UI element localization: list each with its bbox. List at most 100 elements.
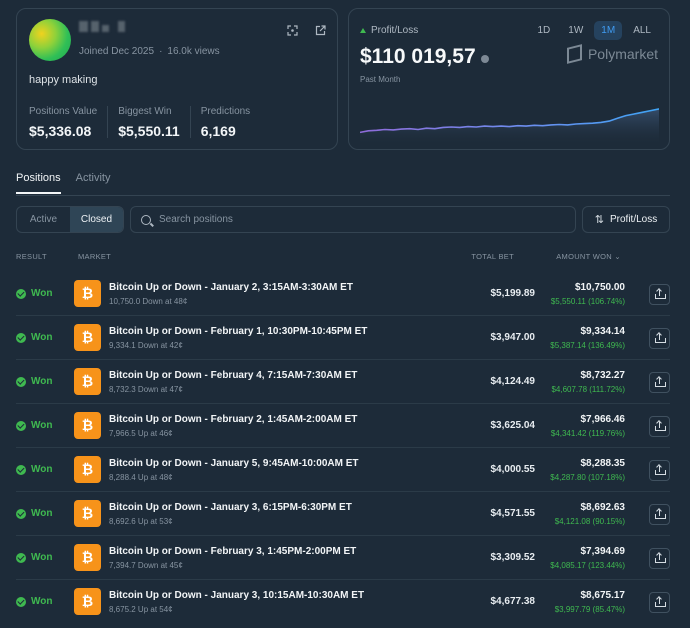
table-row[interactable]: Won ₿ Bitcoin Up or Down - January 5, 9:… [16, 448, 670, 492]
market-position: 7,394.7 Down at 45¢ [109, 561, 183, 570]
market-title[interactable]: Bitcoin Up or Down - January 3, 6:15PM-6… [109, 502, 352, 513]
result-label: Won [31, 508, 53, 519]
market-title[interactable]: Bitcoin Up or Down - February 2, 1:45AM-… [109, 414, 357, 425]
table-row[interactable]: Won ₿ Bitcoin Up or Down - February 4, 7… [16, 360, 670, 404]
total-bet: $4,571.55 [490, 508, 536, 519]
amount-pnl: $5,387.14 (136.49%) [550, 341, 625, 350]
result-badge: Won [16, 552, 52, 563]
search-icon [141, 214, 151, 225]
sort-profit-loss-button[interactable]: ⇅ Profit/Loss [582, 206, 670, 233]
share-button[interactable] [649, 548, 670, 569]
range-tab-1d[interactable]: 1D [531, 21, 558, 40]
market-title[interactable]: Bitcoin Up or Down - February 3, 1:45PM-… [109, 546, 356, 557]
pnl-period: Past Month [360, 75, 401, 84]
stat-value: $5,550.11 [118, 123, 180, 139]
amount-won: $9,334.14 [580, 326, 626, 337]
amount-pnl: $4,607.78 (111.72%) [551, 385, 625, 394]
sort-icon: ⇅ [594, 214, 604, 226]
column-header-total-bet[interactable]: TOTAL BET [471, 252, 514, 261]
external-link-icon[interactable] [313, 23, 327, 37]
share-button[interactable] [649, 284, 670, 305]
result-badge: Won [16, 464, 52, 475]
joined-date: Joined Dec 2025 [79, 46, 155, 57]
bitcoin-icon: ₿ [74, 588, 101, 615]
range-tabs: 1D 1W 1M ALL [531, 21, 659, 40]
table-row[interactable]: Won ₿ Bitcoin Up or Down - February 3, 1… [16, 536, 670, 580]
range-tab-all[interactable]: ALL [626, 21, 658, 40]
market-position: 8,732.3 Down at 47¢ [109, 385, 183, 394]
share-icon [655, 596, 666, 607]
market-title[interactable]: Bitcoin Up or Down - January 2, 3:15AM-3… [109, 282, 353, 293]
market-title[interactable]: Bitcoin Up or Down - February 4, 7:15AM-… [109, 370, 357, 381]
amount-pnl: $4,121.08 (90.15%) [554, 517, 625, 526]
market-title[interactable]: Bitcoin Up or Down - January 3, 10:15AM-… [109, 590, 364, 601]
stat-value: 6,169 [200, 123, 236, 139]
share-icon [655, 288, 666, 299]
tabs-divider [16, 195, 670, 196]
filter-closed-button[interactable]: Closed [70, 207, 123, 232]
stat-value: $5,336.08 [29, 123, 92, 139]
share-button[interactable] [649, 328, 670, 349]
info-icon[interactable] [480, 55, 489, 63]
amount-won: $7,394.69 [580, 546, 626, 557]
amount-won: $8,675.17 [580, 590, 626, 601]
market-position: 8,288.4 Up at 48¢ [109, 473, 173, 482]
amount-pnl: $3,997.79 (85.47%) [554, 605, 625, 614]
filter-active-button[interactable]: Active [17, 207, 70, 232]
range-tab-1w[interactable]: 1W [561, 21, 590, 40]
table-row[interactable]: Won ₿ Bitcoin Up or Down - January 3, 6:… [16, 492, 670, 536]
amount-won: $8,732.27 [580, 370, 626, 381]
result-label: Won [31, 332, 53, 343]
positions-tabs: Positions Activity [16, 172, 110, 194]
table-row[interactable]: Won ₿ Bitcoin Up or Down - January 2, 3:… [16, 272, 670, 316]
bitcoin-icon: ₿ [74, 544, 101, 571]
table-row[interactable]: Won ₿ Bitcoin Up or Down - February 1, 1… [16, 316, 670, 360]
check-icon [16, 464, 26, 475]
status-toggle: Active Closed [16, 206, 124, 233]
table-row[interactable]: Won ₿ Bitcoin Up or Down - February 2, 1… [16, 404, 670, 448]
share-button[interactable] [649, 460, 670, 481]
search-input[interactable] [159, 214, 539, 225]
scan-icon[interactable] [285, 23, 299, 37]
total-bet: $4,677.38 [490, 596, 536, 607]
share-button[interactable] [649, 504, 670, 525]
share-button[interactable] [649, 372, 670, 393]
search-box [130, 206, 576, 233]
bitcoin-icon: ₿ [74, 324, 101, 351]
stat-predictions: Predictions 6,169 [200, 106, 260, 139]
result-label: Won [31, 596, 53, 607]
market-position: 7,966.5 Up at 46¢ [109, 429, 173, 438]
tab-positions[interactable]: Positions [16, 172, 61, 194]
share-icon [655, 332, 666, 343]
profile-meta: Joined Dec 2025 · 16.0k views [79, 46, 220, 57]
table-row[interactable]: Won ₿ Bitcoin Up or Down - January 3, 10… [16, 580, 670, 624]
tab-activity[interactable]: Activity [76, 172, 111, 194]
sort-label: Profit/Loss [609, 214, 658, 225]
amount-won: $8,692.63 [580, 502, 626, 513]
positions-table: Won ₿ Bitcoin Up or Down - January 2, 3:… [16, 272, 670, 624]
bitcoin-icon: ₿ [74, 500, 101, 527]
result-badge: Won [16, 420, 52, 431]
pnl-label-text: Profit/Loss [371, 25, 419, 36]
market-title[interactable]: Bitcoin Up or Down - January 5, 9:45AM-1… [109, 458, 359, 469]
column-header-market: MARKET [78, 252, 112, 261]
market-position: 8,692.6 Up at 53¢ [109, 517, 173, 526]
avatar[interactable] [29, 19, 71, 61]
check-icon [16, 376, 26, 387]
result-label: Won [31, 288, 53, 299]
stat-positions-value: Positions Value $5,336.08 [29, 106, 109, 139]
market-title[interactable]: Bitcoin Up or Down - February 1, 10:30PM… [109, 326, 367, 337]
profile-stats: Positions Value $5,336.08 Biggest Win $5… [29, 106, 270, 139]
profit-loss-card: Profit/Loss $110 019,57 Past Month 1D 1W… [348, 8, 670, 150]
total-bet: $3,947.00 [490, 332, 536, 343]
range-tab-1m[interactable]: 1M [594, 21, 623, 40]
column-header-amount-won[interactable]: AMOUNT WON ⌄ [556, 252, 621, 261]
share-button[interactable] [649, 592, 670, 613]
pnl-amount: $110 019,57 [360, 45, 476, 68]
result-label: Won [31, 464, 53, 475]
amount-pnl: $4,085.17 (123.44%) [550, 561, 625, 570]
share-icon [655, 508, 666, 519]
polymarket-logo-icon [566, 44, 582, 64]
share-button[interactable] [649, 416, 670, 437]
stat-label: Predictions [200, 106, 251, 117]
